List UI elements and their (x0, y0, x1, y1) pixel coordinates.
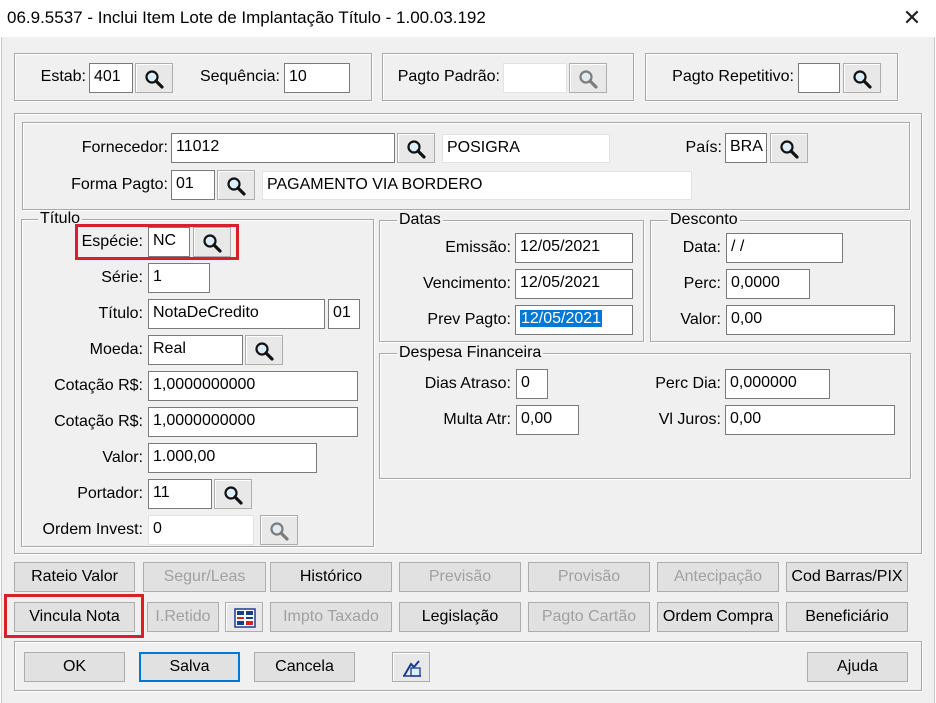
portador-lookup-button[interactable] (214, 479, 252, 509)
vencimento-label: Vencimento: (422, 275, 511, 292)
legislacao-button[interactable]: Legislação (399, 602, 521, 632)
title-bar: 06.9.5537 - Inclui Item Lote de Implanta… (0, 0, 936, 36)
parcela-field[interactable]: 01 (328, 299, 360, 329)
salva-button[interactable]: Salva (139, 652, 240, 682)
titulo-label: Título: (98, 305, 143, 322)
multa-field[interactable]: 0,00 (516, 405, 579, 435)
moeda-field[interactable]: Real (148, 335, 243, 365)
vl-juros-field[interactable]: 0,00 (725, 405, 895, 435)
forma-pagto-desc-field: PAGAMENTO VIA BORDERO (262, 171, 692, 200)
fornecedor-lookup-button[interactable] (397, 133, 435, 163)
historico-button[interactable]: Histórico (270, 562, 392, 592)
pagto-repetitivo-field[interactable] (798, 63, 840, 93)
pagto-padrao-label: Pagto Padrão: (397, 68, 500, 85)
close-icon[interactable]: ✕ (890, 4, 934, 32)
cotacao1-field[interactable]: 1,0000000000 (148, 371, 358, 401)
provisao-button[interactable]: Provisão (528, 562, 650, 592)
ordem-invest-lookup-button[interactable] (260, 515, 298, 545)
despesa-caption: Despesa Financeira (397, 344, 544, 361)
estab-field[interactable]: 401 (89, 63, 133, 93)
beneficiario-button[interactable]: Beneficiário (786, 602, 908, 632)
previsao-button[interactable]: Previsão (399, 562, 521, 592)
dias-atraso-field[interactable]: 0 (516, 369, 548, 399)
perc-dia-field[interactable]: 0,000000 (725, 369, 830, 399)
vincula-nota-highlight (4, 594, 144, 638)
desconto-valor-field[interactable]: 0,00 (726, 305, 895, 335)
fornecedor-code-field[interactable]: 11012 (171, 133, 395, 163)
estab-label: Estab: (40, 68, 86, 85)
prev-pagto-selection: 12/05/2021 (520, 310, 603, 327)
valor-field[interactable]: 1.000,00 (148, 443, 317, 473)
serie-label: Série: (101, 269, 143, 286)
sequencia-label: Sequência: (199, 68, 280, 85)
titulo-field[interactable]: NotaDeCredito (148, 299, 325, 329)
pagto-padrao-lookup-button[interactable] (569, 63, 607, 93)
dias-atraso-label: Dias Atraso: (424, 375, 511, 392)
cotacao2-label: Cotação R$: (54, 413, 143, 430)
rateio-valor-button[interactable]: Rateio Valor (14, 562, 135, 592)
moeda-label: Moeda: (89, 341, 143, 358)
vl-juros-label: Vl Juros: (658, 411, 721, 428)
desconto-valor-label: Valor: (680, 311, 721, 328)
cotacao2-field[interactable]: 1,0000000000 (148, 407, 358, 437)
fornecedor-name-field: POSIGRA (442, 134, 610, 163)
forma-pagto-lookup-button[interactable] (217, 170, 255, 200)
portador-label: Portador: (77, 485, 143, 502)
pais-field[interactable]: BRA (725, 133, 767, 163)
portador-field[interactable]: 11 (148, 479, 212, 509)
pais-lookup-button[interactable] (770, 133, 808, 163)
moeda-lookup-button[interactable] (245, 335, 283, 365)
desconto-data-label: Data: (682, 239, 721, 256)
forma-pagto-code-field[interactable]: 01 (171, 170, 215, 200)
pagto-cartao-button[interactable]: Pagto Cartão (528, 602, 650, 632)
estab-lookup-button[interactable] (135, 63, 173, 93)
multa-label: Multa Atr: (443, 411, 511, 428)
help-pointer-button[interactable] (392, 652, 430, 682)
ordem-invest-field[interactable]: 0 (148, 515, 254, 545)
valor-label: Valor: (102, 449, 143, 466)
ajuda-button[interactable]: Ajuda (807, 652, 908, 682)
ok-button[interactable]: OK (24, 652, 125, 682)
desconto-perc-field[interactable]: 0,0000 (726, 269, 810, 299)
segur-leas-button[interactable]: Segur/Leas (143, 562, 266, 592)
prev-pagto-label: Prev Pagto: (427, 311, 511, 328)
cotacao1-label: Cotação R$: (54, 377, 143, 394)
pagto-repetitivo-lookup-button[interactable] (843, 63, 881, 93)
ordem-compra-button[interactable]: Ordem Compra (657, 602, 779, 632)
ordem-invest-label: Ordem Invest: (42, 521, 143, 538)
serie-field[interactable]: 1 (148, 263, 210, 293)
sequencia-field[interactable]: 10 (284, 63, 350, 93)
calc-button[interactable] (225, 602, 263, 632)
impto-taxado-button[interactable]: Impto Taxado (270, 602, 392, 632)
pagto-padrao-field[interactable] (503, 63, 567, 93)
prev-pagto-field[interactable]: 12/05/2021 (515, 305, 633, 335)
cancela-button[interactable]: Cancela (254, 652, 355, 682)
pais-label: País: (685, 139, 722, 156)
desconto-data-field[interactable]: / / (726, 233, 843, 263)
especie-highlight (75, 224, 239, 260)
pagto-repetitivo-label: Pagto Repetitivo: (672, 68, 794, 85)
window-title: 06.9.5537 - Inclui Item Lote de Implanta… (7, 8, 486, 27)
antecipacao-button[interactable]: Antecipação (657, 562, 779, 592)
perc-dia-label: Perc Dia: (655, 375, 721, 392)
i-retido-button[interactable]: I.Retido (147, 602, 219, 632)
fornecedor-label: Fornecedor: (81, 139, 168, 156)
vencimento-field[interactable]: 12/05/2021 (515, 269, 633, 299)
desconto-perc-label: Perc: (683, 275, 721, 292)
emissao-field[interactable]: 12/05/2021 (515, 233, 633, 263)
forma-pagto-label: Forma Pagto: (71, 176, 168, 193)
datas-caption: Datas (397, 211, 443, 228)
desconto-caption: Desconto (668, 211, 740, 228)
cod-barras-button[interactable]: Cod Barras/PIX (786, 562, 908, 592)
emissao-label: Emissão: (445, 239, 511, 256)
